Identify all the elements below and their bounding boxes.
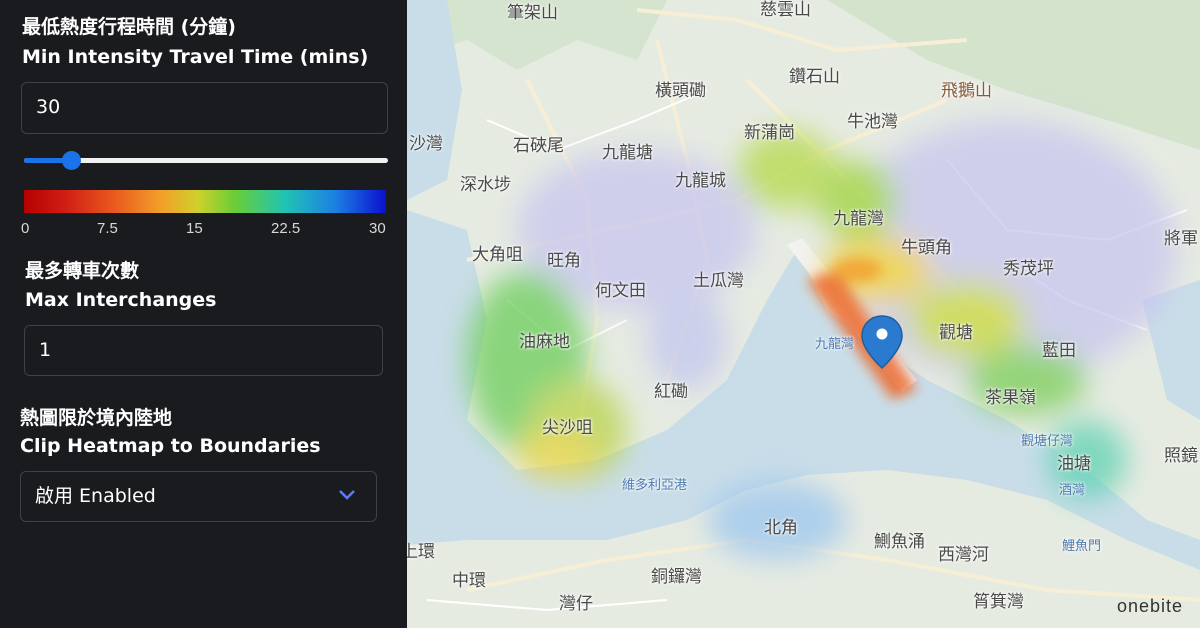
travel-time-label-en: Min Intensity Travel Time (mins)	[22, 46, 369, 68]
place-label: 茶果嶺	[985, 388, 1036, 408]
place-label: 牛頭角	[901, 238, 952, 258]
place-label: 九龍城	[675, 171, 726, 191]
place-label: 鰂魚涌	[874, 532, 925, 552]
place-label: 九龍塘	[602, 143, 653, 163]
place-label: 飛鵝山	[941, 81, 992, 101]
place-label: 何文田	[595, 281, 646, 301]
place-label: 牛池灣	[847, 112, 898, 132]
clip-label-zh: 熱圖限於境內陸地	[20, 407, 173, 429]
place-label: 中環	[452, 571, 486, 591]
place-label: 新蒲崗	[744, 123, 795, 143]
place-label: 銅鑼灣	[651, 567, 702, 587]
place-label: 深水埗	[460, 175, 511, 195]
place-label: 土瓜灣	[693, 271, 744, 291]
place-label: 觀塘仔灣	[1021, 434, 1074, 449]
clip-label-en: Clip Heatmap to Boundaries	[20, 435, 321, 457]
travel-time-input[interactable]: 30	[21, 82, 388, 134]
place-label: 西灣河	[938, 545, 989, 565]
interchanges-label-en: Max Interchanges	[25, 289, 217, 311]
place-label: 酒灣	[1059, 483, 1086, 498]
chevron-down-icon	[339, 490, 355, 500]
place-label: 大角咀	[472, 245, 523, 265]
place-label: 上環	[407, 542, 435, 562]
place-label: 九龍灣	[815, 337, 855, 352]
heat-legend-gradient	[24, 190, 386, 213]
place-label: 旺角	[547, 251, 581, 271]
place-label: 沙灣	[409, 134, 443, 154]
brand-logo: onebite	[1117, 596, 1184, 616]
heatmap-map[interactable]: 筆架山 慈雲山 橫頭磡 鑽石山 飛鵝山 沙灣 石硤尾 九龍塘 新蒲崗 牛池灣 深…	[407, 0, 1200, 628]
place-label: 石硤尾	[513, 136, 564, 156]
place-label: 尖沙咀	[542, 418, 593, 438]
place-label: 九龍灣	[833, 209, 884, 229]
legend-tick-1: 7.5	[97, 220, 118, 237]
place-label: 油麻地	[519, 332, 570, 352]
clip-select[interactable]: 啟用 Enabled	[20, 471, 377, 522]
clip-select-value: 啟用 Enabled	[35, 485, 156, 507]
place-label: 筆架山	[507, 3, 558, 23]
place-label: 將軍	[1164, 229, 1198, 249]
legend-tick-4: 30	[369, 220, 386, 237]
travel-time-label-zh: 最低熱度行程時間 (分鐘)	[22, 16, 236, 38]
place-label: 藍田	[1042, 341, 1076, 361]
legend-tick-3: 22.5	[271, 220, 301, 237]
interchanges-label-zh: 最多轉車次數	[25, 260, 140, 282]
place-label: 鑽石山	[789, 67, 840, 87]
place-label: 北角	[764, 518, 798, 538]
place-label: 維多利亞港	[622, 478, 688, 493]
control-panel: 最低熱度行程時間 (分鐘) Min Intensity Travel Time …	[0, 0, 407, 628]
legend-tick-2: 15	[186, 220, 203, 237]
place-label: 鯉魚門	[1062, 539, 1102, 554]
place-label: 觀塘	[939, 323, 973, 343]
place-label: 慈雲山	[760, 0, 811, 20]
interchanges-input[interactable]: 1	[24, 325, 383, 376]
place-label: 照鏡	[1164, 446, 1198, 466]
legend-tick-0: 0	[21, 220, 30, 237]
map-canvas	[407, 0, 1200, 628]
place-label: 油塘	[1057, 454, 1091, 474]
travel-time-slider-thumb[interactable]	[62, 151, 82, 170]
place-label: 灣仔	[559, 594, 593, 614]
place-label: 橫頭磡	[655, 81, 706, 101]
place-label: 秀茂坪	[1003, 259, 1054, 279]
place-label: 紅磡	[654, 382, 688, 402]
place-label: 筲箕灣	[973, 592, 1024, 612]
